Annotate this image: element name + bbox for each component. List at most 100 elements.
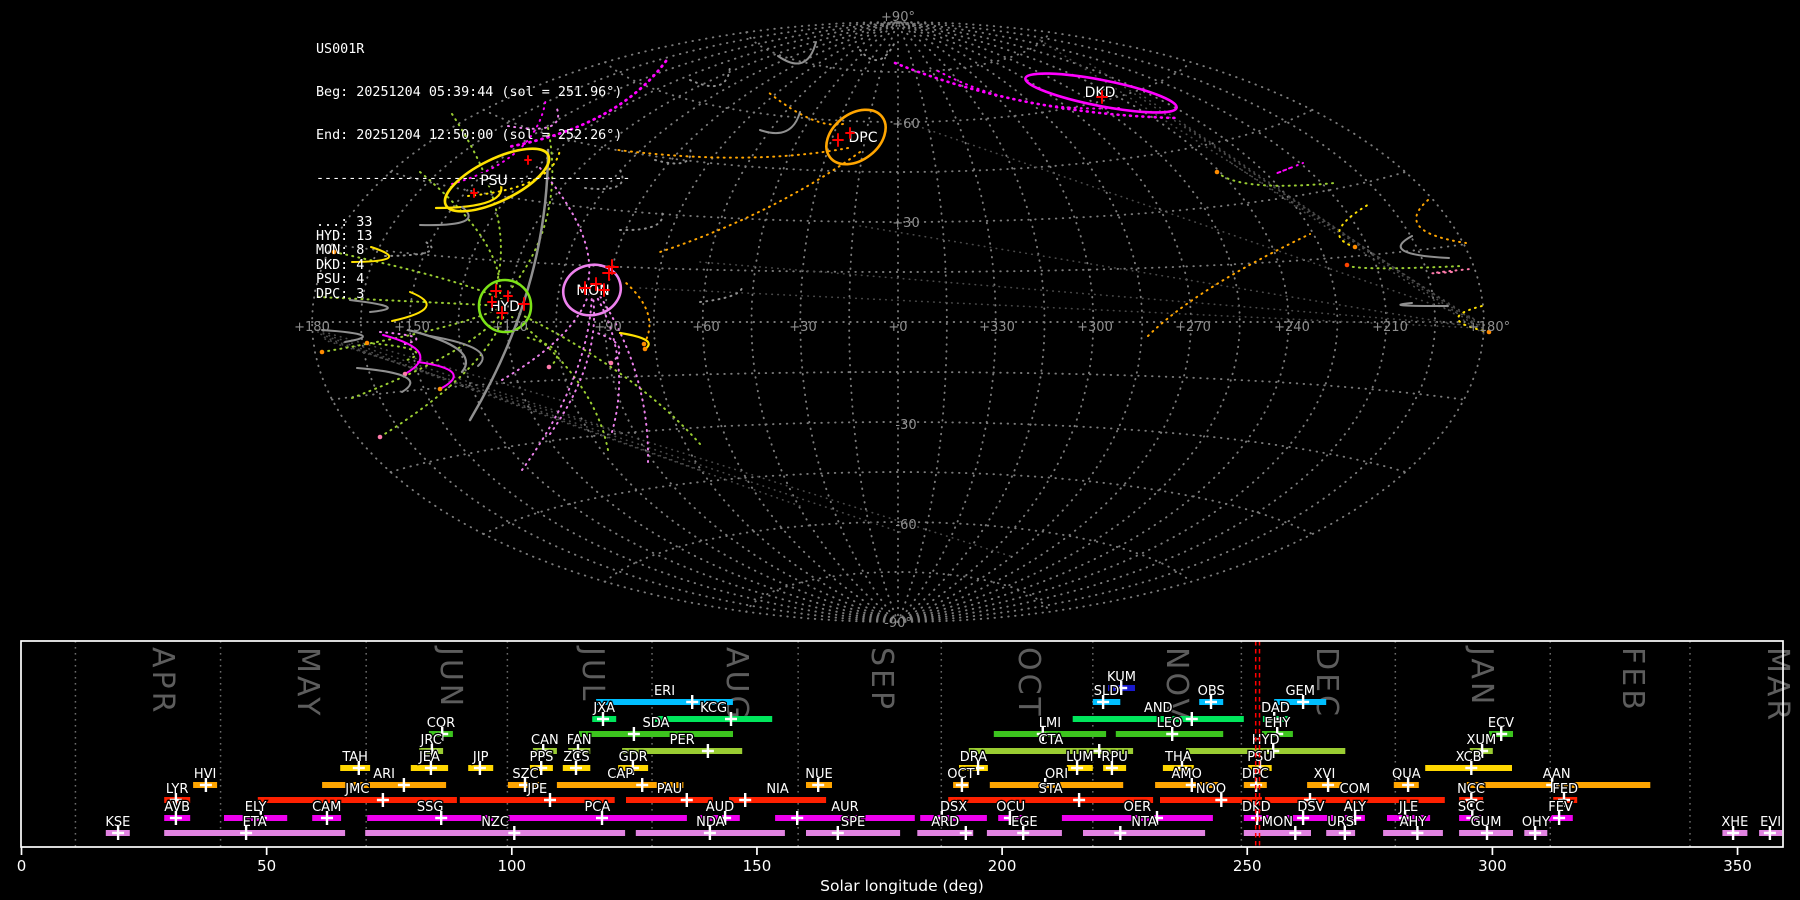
- peak-marker-NIA: [739, 793, 752, 807]
- bar-label-ARD: ARD: [931, 815, 959, 830]
- bar-STA: [948, 797, 1154, 803]
- bar-ARI: [322, 782, 447, 788]
- bar-label-CAP: CAP: [607, 767, 633, 782]
- bar-label-COR: COR: [427, 716, 455, 731]
- peak-marker-CAP: [636, 778, 649, 792]
- ra-label: +270: [1175, 320, 1211, 335]
- shower-count: HYD: 13: [316, 229, 373, 245]
- meteor-track: [1216, 171, 1336, 187]
- bar-label-LYR: LYR: [166, 782, 189, 797]
- bar-label-LUM: LUM: [1066, 750, 1093, 765]
- track-begin-dot: [377, 434, 383, 440]
- bar-label-XHE: XHE: [1721, 815, 1748, 830]
- ra-label: +30: [789, 320, 816, 335]
- peak-marker-ARI: [397, 778, 410, 792]
- meteor-track: [617, 147, 849, 159]
- bar-label-SSG: SSG: [417, 800, 444, 815]
- axis-tick-label: 250: [1233, 857, 1262, 875]
- bar-KCG: [655, 716, 773, 722]
- bar-label-DRA: DRA: [960, 750, 988, 765]
- meteor-track: [654, 147, 692, 165]
- meteor-plus-marker: [832, 133, 844, 147]
- ra-label: +180°: [1468, 320, 1510, 335]
- dec-label: +60: [892, 117, 919, 132]
- shower-count: PSU: 4: [316, 272, 365, 288]
- bar-label-DAD: DAD: [1261, 701, 1290, 716]
- bar-label-XVI: XVI: [1314, 767, 1336, 782]
- peak-marker-ARD: [959, 826, 972, 840]
- ra-label: +300: [1077, 320, 1113, 335]
- meteor-track: [767, 91, 844, 126]
- dec-label: +30: [892, 216, 919, 231]
- bar-SSG: [367, 815, 494, 821]
- bar-label-SLD: SLD: [1094, 684, 1120, 699]
- month-label-jan: JAN: [1464, 645, 1499, 707]
- bar-label-JRC: JRC: [419, 733, 441, 748]
- bar-label-TAH: TAH: [341, 750, 368, 765]
- bar-label-AUR: AUR: [831, 800, 858, 815]
- bar-label-GEM: GEM: [1285, 684, 1315, 699]
- meteor-track: [511, 316, 609, 451]
- track-begin-dot: [1352, 244, 1358, 250]
- bar-label-SPE: SPE: [841, 815, 865, 830]
- bar-label-JLE: JLE: [1398, 800, 1418, 815]
- bar-SPE: [806, 830, 901, 836]
- month-label-oct: OCT: [1011, 647, 1046, 719]
- radiant-DPC: DPC: [825, 108, 887, 166]
- fan-line: [1184, 125, 1484, 332]
- track-begin-dot: [641, 341, 647, 347]
- month-label-may: MAY: [290, 647, 325, 718]
- bar-label-AUD: AUD: [706, 800, 734, 815]
- meteor-track: [1415, 199, 1467, 244]
- ra-label: +90: [594, 320, 621, 335]
- shower-count: MON: 8: [316, 243, 365, 259]
- ra-label: +60: [692, 320, 719, 335]
- axis-tick-label: 0: [17, 857, 27, 875]
- shower-count: DKD: 4: [316, 257, 365, 273]
- shower-count-list: ...: 33 HYD: 13 MON: 8 DKD: 4 PSU: 4 DPC: 3: [316, 215, 630, 302]
- activity-timeline: APR MAY JUN JUL AUG SEP OCT NOV DEC JAN FEB MARKUME…: [17, 640, 1795, 895]
- x-axis: 0 50 100 150 200 250 300 350 Solar longitude (de…: [17, 847, 1752, 895]
- bar-label-PCA: PCA: [584, 800, 610, 815]
- bar-label-THA: THA: [1164, 750, 1192, 765]
- bar-label-FAN: FAN: [567, 733, 592, 748]
- bar-label-AAN: AAN: [1543, 767, 1571, 782]
- ra-label: +330: [979, 320, 1015, 335]
- bar-label-AHY: AHY: [1400, 815, 1427, 830]
- month-label-mar: MAR: [1760, 647, 1795, 723]
- bar-label-JPE: JPE: [526, 782, 547, 797]
- bar-label-MON: MON: [1262, 815, 1293, 830]
- bar-label-SCC: SCC: [1458, 800, 1484, 815]
- axis-tick-label: 350: [1723, 857, 1752, 875]
- bar-PAU: [626, 797, 713, 803]
- track-begin-dot: [642, 346, 648, 352]
- bar-label-URS: URS: [1327, 815, 1354, 830]
- dec-label: -30: [895, 418, 916, 433]
- axis-tick-label: 300: [1478, 857, 1507, 875]
- fan-line: [859, 225, 1481, 329]
- track-begin-dot: [1214, 169, 1220, 175]
- meteor-track: [1346, 264, 1463, 270]
- ra-label: +180: [294, 320, 330, 335]
- bar-label-FEV: FEV: [1548, 800, 1573, 815]
- pole-label-south: -90°: [884, 616, 912, 631]
- map-parallel: [331, 371, 1465, 401]
- bar-ETA: [164, 830, 346, 836]
- axis-tick-label: 200: [988, 857, 1017, 875]
- map-meridian: [652, 21, 899, 623]
- bar-label-KCG: KCG: [700, 701, 727, 716]
- month-label-jul: JUL: [575, 645, 610, 704]
- bar-label-JMC: JMC: [344, 782, 369, 797]
- track-begin-dot: [608, 360, 614, 366]
- bar-label-DSV: DSV: [1297, 800, 1324, 815]
- bar-SDA: [579, 731, 733, 737]
- axis-tick-label: 50: [257, 857, 276, 875]
- meteor-radiant-screen: PSU HYD MON DPC DKD +90° -90° +180 +150 +120 +90 +6…: [0, 0, 1800, 900]
- peak-marker-SDA: [627, 727, 640, 741]
- bar-label-CTA: CTA: [1038, 733, 1063, 748]
- track-begin-dot: [437, 386, 443, 392]
- bar-label-QUA: QUA: [1392, 767, 1421, 782]
- bar-label-RPU: RPU: [1101, 750, 1127, 765]
- shower-count: DPC: 3: [316, 286, 365, 302]
- meteor-track: [1338, 202, 1372, 248]
